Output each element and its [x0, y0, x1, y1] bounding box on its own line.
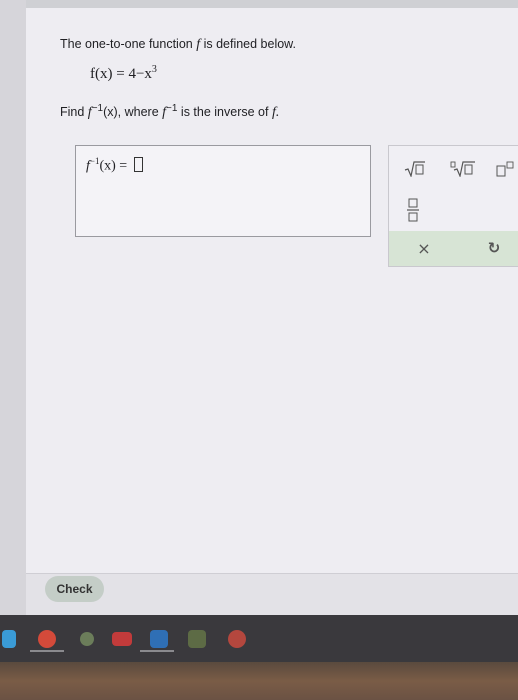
answer-box[interactable]: f−1(x) =: [75, 145, 371, 237]
answer-expression[interactable]: f−1(x) =: [86, 156, 143, 175]
left-edge: [0, 0, 26, 615]
inverse-text: is the inverse of: [177, 105, 272, 120]
taskbar-indicator-2: [140, 650, 174, 652]
question-text: Find f−1(x), where f−1 is the inverse of…: [60, 103, 279, 121]
fraction-glyph: [407, 198, 419, 222]
app-icon-2[interactable]: [80, 632, 94, 646]
clear-button[interactable]: ×: [411, 237, 437, 259]
intro-suffix: is defined below.: [200, 37, 296, 51]
desk-surface: [0, 662, 518, 700]
function-expression: f(x) = 4−x: [90, 66, 152, 82]
notification-icon[interactable]: [228, 630, 246, 648]
answer-argument: (x) =: [99, 158, 131, 174]
palette-action-row: × ↻: [389, 231, 518, 266]
find-argument: (x), where: [103, 105, 163, 120]
taskbar: [0, 615, 518, 665]
content-area: [26, 8, 518, 573]
nth-root-glyph: [450, 161, 475, 177]
superscript-icon[interactable]: [493, 158, 518, 180]
square-root-glyph: [404, 161, 425, 177]
answer-input-slot[interactable]: [133, 156, 143, 172]
intro-prefix: The one-to-one function: [60, 37, 197, 51]
epic-icon[interactable]: [112, 632, 132, 646]
where-superscript: −1: [166, 103, 178, 114]
mail-icon[interactable]: [150, 630, 168, 648]
app-icon-1[interactable]: [2, 630, 16, 648]
fraction-icon[interactable]: [401, 196, 425, 224]
find-label: Find: [60, 105, 88, 120]
taskbar-indicator-1: [30, 650, 64, 652]
chrome-icon[interactable]: [38, 630, 56, 648]
calculator-icon[interactable]: [188, 630, 206, 648]
inverse-function-name: f.: [271, 105, 280, 121]
find-superscript: −1: [91, 103, 104, 114]
superscript-glyph: [496, 161, 514, 177]
square-root-icon[interactable]: [401, 158, 429, 180]
check-button[interactable]: Check: [45, 576, 104, 602]
nth-root-icon[interactable]: [447, 158, 479, 180]
function-definition: f(x) = 4−x3: [90, 64, 157, 83]
problem-intro: The one-to-one function f is defined bel…: [60, 37, 296, 53]
function-exponent: 3: [151, 64, 157, 75]
math-palette: × ↻: [388, 145, 518, 267]
top-strip: [0, 0, 518, 8]
undo-button[interactable]: ↻: [481, 237, 507, 259]
